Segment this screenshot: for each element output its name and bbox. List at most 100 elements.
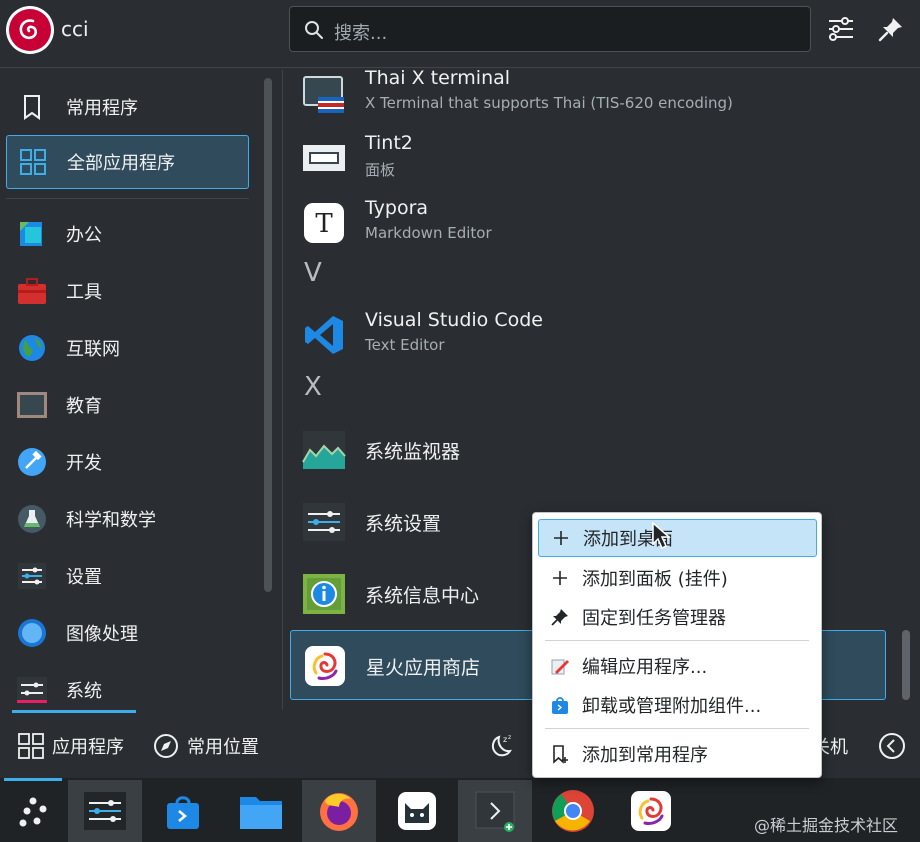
taskbar-clash[interactable] xyxy=(380,780,454,842)
taskbar-system-settings[interactable] xyxy=(68,780,142,842)
taskbar-spark-store[interactable] xyxy=(614,780,688,842)
sidebar-item-all-apps[interactable]: 全部应用程序 xyxy=(6,135,249,189)
pin-icon xyxy=(878,18,902,42)
app-item-tint2[interactable]: Tint2 面板 xyxy=(290,123,886,193)
bookmark-icon xyxy=(16,91,48,123)
section-letter-v: V xyxy=(304,258,322,288)
app-name: 系统设置 xyxy=(365,513,442,535)
shopping-bag-icon xyxy=(167,796,199,829)
app-name: Tint2 xyxy=(365,132,413,154)
sidebar-item-label: 工具 xyxy=(66,282,102,303)
app-item-typora[interactable]: T Typora Markdown Editor xyxy=(290,188,886,258)
system-icon xyxy=(16,674,48,706)
chevron-left-icon xyxy=(879,733,905,759)
launcher-header: cci 搜索... xyxy=(0,0,920,62)
app-item-system-monitor[interactable]: 系统监视器 xyxy=(290,415,886,485)
tab-places[interactable]: 常用位置 xyxy=(153,732,259,760)
package-icon xyxy=(550,695,570,715)
sidebar-item-graphics[interactable]: 图像处理 xyxy=(6,606,249,660)
menu-item-edit-application[interactable]: 编辑应用程序... xyxy=(538,647,817,685)
app-name: 星火应用商店 xyxy=(366,657,481,679)
folder-icon xyxy=(240,797,282,829)
plus-icon xyxy=(551,528,571,548)
taskbar-discover[interactable] xyxy=(146,780,220,842)
menu-item-label: 添加到面板 (挂件) xyxy=(582,569,728,590)
app-item-thai-x-terminal[interactable]: Thai X terminal X Terminal that supports… xyxy=(290,58,886,128)
compass-icon xyxy=(154,734,178,758)
username: cci xyxy=(61,17,89,41)
sidebar-item-science[interactable]: 科学和数学 xyxy=(6,492,249,546)
pin-icon xyxy=(550,607,570,627)
menu-item-label: 卸载或管理附加组件... xyxy=(582,696,762,717)
menu-item-label: 添加到常用程序 xyxy=(582,745,708,766)
hammer-icon xyxy=(16,446,48,478)
back-button[interactable] xyxy=(878,732,906,760)
app-list-scrollbar[interactable] xyxy=(902,630,910,700)
chalkboard-icon xyxy=(16,389,48,421)
spark-store-icon xyxy=(631,791,671,831)
debian-swirl-icon xyxy=(19,19,38,40)
plus-icon xyxy=(550,568,570,588)
watermark: @稀土掘金技术社区 xyxy=(754,816,899,835)
firefox-icon xyxy=(320,793,358,831)
sidebar-scrollbar[interactable] xyxy=(264,78,272,592)
search-icon xyxy=(305,21,323,39)
menu-item-add-to-panel[interactable]: 添加到面板 (挂件) xyxy=(538,559,817,597)
sidebar-item-label: 全部应用程序 xyxy=(67,153,175,174)
typora-icon: T xyxy=(302,201,346,245)
app-name: Typora xyxy=(365,197,429,219)
app-description: Text Editor xyxy=(365,336,445,354)
app-description: X Terminal that supports Thai (TIS-620 e… xyxy=(365,94,733,112)
vscode-icon xyxy=(302,313,346,357)
app-item-vscode[interactable]: Visual Studio Code Text Editor xyxy=(290,300,886,370)
mouse-cursor-icon xyxy=(652,522,671,550)
application-launcher-button[interactable] xyxy=(0,780,66,842)
app-description: Markdown Editor xyxy=(365,224,492,242)
svg-text:z: z xyxy=(508,734,511,741)
menu-item-label: 固定到任务管理器 xyxy=(582,608,726,629)
sleep-button[interactable]: z z xyxy=(487,732,515,760)
sidebar-item-education[interactable]: 教育 xyxy=(6,378,249,432)
tab-label: 应用程序 xyxy=(52,737,124,758)
tab-applications[interactable]: 应用程序 xyxy=(18,732,124,760)
sidebar-item-label: 设置 xyxy=(66,567,102,588)
sidebar-item-office[interactable]: 办公 xyxy=(6,207,249,261)
flask-icon xyxy=(16,503,48,535)
terminal-thai-icon xyxy=(302,71,346,115)
sidebar-item-settings[interactable]: 设置 xyxy=(6,549,249,603)
taskbar-terminal[interactable] xyxy=(458,780,532,842)
globe-icon xyxy=(16,332,48,364)
menu-item-uninstall-addons[interactable]: 卸载或管理附加组件... xyxy=(538,686,817,724)
section-letter-x: X xyxy=(304,372,322,402)
graphics-icon xyxy=(16,617,48,649)
menu-item-add-to-favorites[interactable]: 添加到常用程序 xyxy=(538,735,817,773)
settings-icon xyxy=(16,560,48,592)
search-input[interactable]: 搜索... xyxy=(289,6,811,52)
sidebar-item-tools[interactable]: 工具 xyxy=(6,264,249,318)
svg-text:z: z xyxy=(503,735,507,744)
menu-separator xyxy=(545,640,809,641)
app-name: Thai X terminal xyxy=(365,67,511,89)
sidebar-item-label: 办公 xyxy=(66,225,102,246)
active-tab-indicator xyxy=(12,710,136,713)
toolbox-icon xyxy=(16,275,48,307)
sidebar-item-label: 开发 xyxy=(66,453,102,474)
user-avatar[interactable] xyxy=(6,6,54,54)
sidebar-item-development[interactable]: 开发 xyxy=(6,435,249,489)
context-menu: 添加到桌面 添加到面板 (挂件) 固定到任务管理器 编辑应用程序... 卸载或管… xyxy=(532,512,822,778)
taskbar-firefox[interactable] xyxy=(302,780,376,842)
sidebar-item-system[interactable]: 系统 xyxy=(6,663,249,717)
sidebar-item-favorites[interactable]: 常用程序 xyxy=(6,80,249,134)
menu-item-pin-to-task-manager[interactable]: 固定到任务管理器 xyxy=(538,598,817,636)
sidebar-item-internet[interactable]: 互联网 xyxy=(6,321,249,375)
sidebar-divider xyxy=(6,198,249,199)
app-description: 面板 xyxy=(365,161,396,179)
grid-icon xyxy=(17,146,49,178)
pin-launcher-button[interactable] xyxy=(876,14,906,44)
taskbar-chrome[interactable] xyxy=(536,780,610,842)
sidebar-item-label: 系统 xyxy=(66,681,102,702)
menu-item-add-to-desktop[interactable]: 添加到桌面 xyxy=(538,519,817,557)
taskbar-file-manager[interactable] xyxy=(224,780,298,842)
menu-item-label: 编辑应用程序... xyxy=(582,657,708,678)
configure-button[interactable] xyxy=(826,14,856,44)
